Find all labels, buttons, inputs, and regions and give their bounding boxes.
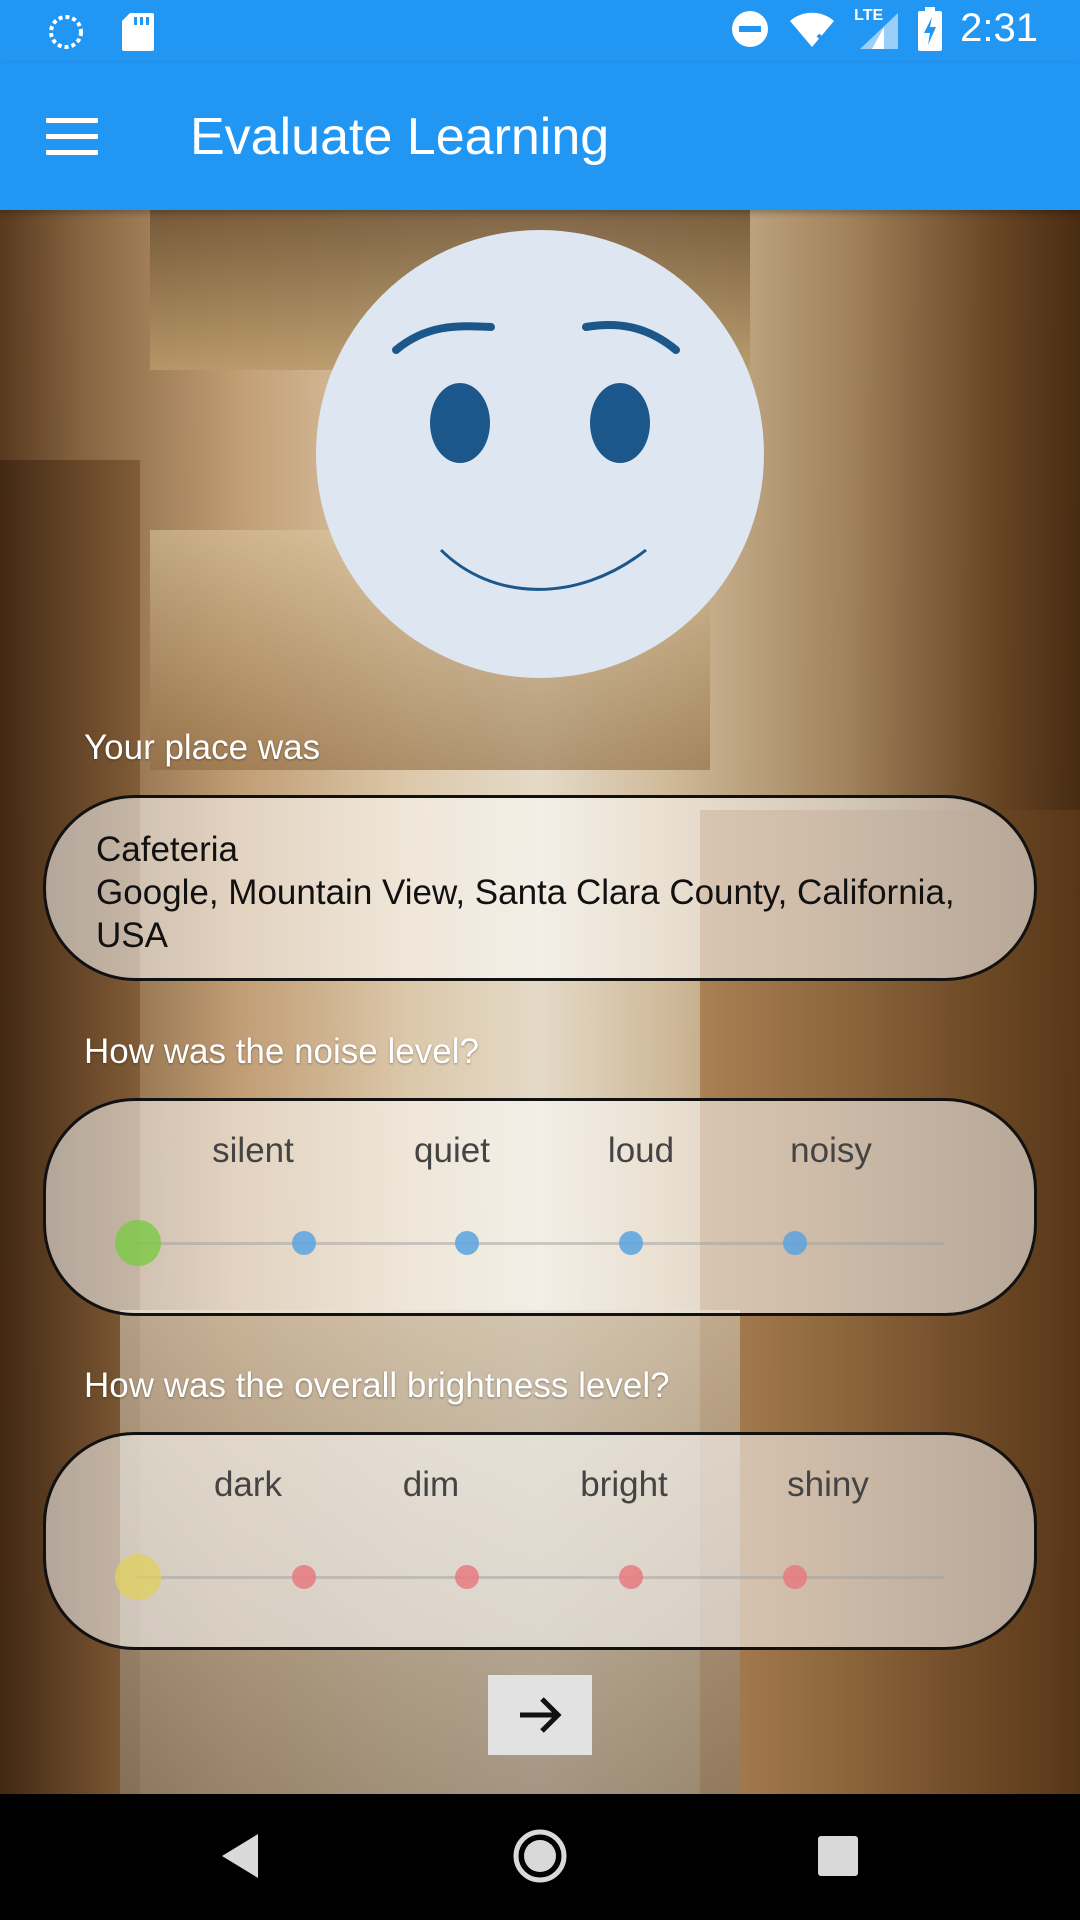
brightness-slider-stop[interactable]	[115, 1554, 161, 1600]
noise-slider-track[interactable]	[136, 1242, 944, 1245]
do-not-disturb-icon	[732, 10, 769, 47]
brightness-option-dark: dark	[213, 1465, 283, 1504]
battery-charging-icon	[918, 6, 943, 51]
brightness-slider-stop[interactable]	[292, 1565, 316, 1589]
smiley-face-icon	[316, 230, 764, 678]
noise-slider-stop[interactable]	[115, 1220, 161, 1266]
back-icon[interactable]	[210, 1826, 270, 1886]
wifi-off-icon	[790, 12, 835, 47]
arrow-right-icon	[520, 1697, 562, 1733]
noise-scale-card: silent quiet loud noisy	[43, 1098, 1037, 1316]
noise-question: How was the noise level?	[84, 1032, 479, 1071]
sd-card-icon	[122, 13, 154, 51]
brightness-slider-stop[interactable]	[455, 1565, 479, 1589]
navigation-bar	[0, 1794, 1080, 1920]
brightness-question: How was the overall brightness level?	[84, 1366, 670, 1405]
brightness-slider-track[interactable]	[136, 1576, 944, 1579]
loading-icon	[49, 15, 83, 49]
signal-icon	[860, 12, 899, 49]
brightness-option-shiny: shiny	[787, 1465, 869, 1504]
app-bar: Evaluate Learning	[0, 63, 1080, 210]
brightness-option-dim: dim	[402, 1465, 460, 1504]
noise-option-silent: silent	[212, 1131, 294, 1170]
place-card: Cafeteria Google, Mountain View, Santa C…	[43, 795, 1037, 981]
noise-option-quiet: quiet	[414, 1131, 490, 1170]
noise-slider-stop[interactable]	[292, 1231, 316, 1255]
recents-icon[interactable]	[808, 1826, 868, 1886]
status-bar: LTE 2:31	[0, 0, 1080, 63]
noise-slider-stop[interactable]	[455, 1231, 479, 1255]
next-button[interactable]	[488, 1675, 592, 1755]
brightness-slider-stop[interactable]	[619, 1565, 643, 1589]
status-time: 2:31	[960, 6, 1038, 50]
page-title: Evaluate Learning	[190, 108, 610, 166]
noise-slider-stop[interactable]	[783, 1231, 807, 1255]
noise-option-loud: loud	[607, 1131, 675, 1170]
noise-slider-stop[interactable]	[619, 1231, 643, 1255]
place-name: Cafeteria	[96, 830, 239, 869]
hamburger-menu-icon[interactable]	[40, 109, 102, 165]
evaluation-content: Your place was Cafeteria Google, Mountai…	[0, 210, 1080, 1794]
brightness-scale-card: dark dim bright shiny	[43, 1432, 1037, 1650]
brightness-option-bright: bright	[580, 1465, 668, 1504]
noise-option-noisy: noisy	[790, 1131, 872, 1170]
brightness-slider-stop[interactable]	[783, 1565, 807, 1589]
home-icon[interactable]	[510, 1826, 570, 1886]
place-question: Your place was	[84, 728, 321, 767]
place-address: Google, Mountain View, Santa Clara Count…	[96, 873, 955, 955]
